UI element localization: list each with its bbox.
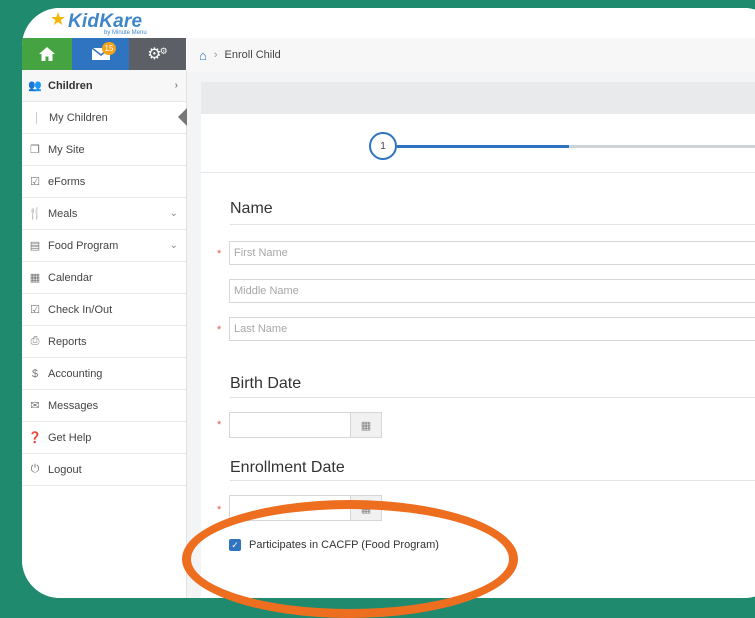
logo-tagline: by Minute Menu	[104, 30, 147, 36]
sidebar-item-label: My Site	[48, 143, 85, 156]
messages-icon: ✉	[30, 400, 40, 412]
settings-button[interactable]: ⚙ ⚙	[129, 38, 186, 70]
sidebar-item-reports[interactable]: ⎙ Reports	[22, 326, 186, 358]
calendar-icon: ▦	[29, 272, 41, 284]
sidebar-item-label: Check In/Out	[48, 303, 113, 316]
sidebar-item-calendar[interactable]: ▦ Calendar	[22, 262, 186, 294]
sidebar-item-get-help[interactable]: ❓ Get Help	[22, 422, 186, 454]
children-icon: 👥	[28, 80, 42, 92]
top-bar: ★ KidKare by Minute Menu	[22, 8, 755, 38]
section-rule	[230, 480, 755, 481]
sidebar-item-logout[interactable]: ⏻ Logout	[22, 454, 186, 486]
calendar-icon[interactable]: ▦	[350, 413, 381, 437]
sidebar-item-messages[interactable]: ✉ Messages	[22, 390, 186, 422]
required-marker: *	[217, 248, 222, 260]
checkin-icon: ☑	[30, 304, 40, 316]
home-icon[interactable]: ⌂	[199, 48, 207, 63]
sidebar-item-my-site[interactable]: ❐ My Site	[22, 134, 186, 166]
help-icon: ❓	[28, 432, 42, 444]
required-marker: *	[217, 504, 222, 516]
sidebar-item-label: My Children	[36, 111, 108, 124]
section-rule	[230, 397, 755, 398]
sidebar-item-check-in-out[interactable]: ☑ Check In/Out	[22, 294, 186, 326]
sidebar-item-my-children[interactable]: My Children	[22, 102, 187, 134]
nav-icon-bar: 15 ⚙ ⚙	[22, 38, 186, 70]
home-icon	[39, 47, 55, 61]
required-marker: *	[217, 419, 222, 431]
middle-name-input[interactable]: Middle Name	[229, 279, 755, 303]
messages-button[interactable]: 15	[72, 38, 129, 70]
sidebar-item-label: Calendar	[48, 271, 93, 284]
sidebar-item-food-program[interactable]: ▤ Food Program ⌄	[22, 230, 186, 262]
sidebar-item-label: Reports	[48, 335, 87, 348]
chevron-right-icon: ›	[174, 80, 178, 91]
sidebar-item-label: eForms	[48, 175, 86, 188]
sidebar-item-label: Messages	[48, 399, 99, 412]
sidebar-item-children[interactable]: 👥 Children ›	[22, 70, 186, 102]
chevron-down-icon: ⌄	[169, 240, 178, 251]
breadcrumb-separator: ›	[213, 49, 218, 61]
sidebar-item-label: Meals	[48, 207, 78, 220]
section-title-birth-date: Birth Date	[230, 375, 302, 392]
wizard-progress-active	[397, 145, 569, 148]
divider	[201, 172, 755, 173]
sidebar-item-label: Children	[48, 79, 93, 92]
dollar-icon: $	[31, 367, 39, 380]
highlight-annotation	[182, 500, 518, 618]
first-name-input[interactable]: First Name	[229, 241, 755, 265]
site-icon: ❐	[30, 144, 40, 156]
home-button[interactable]	[22, 38, 72, 70]
meals-icon: 🍴	[28, 208, 42, 220]
birth-date-input[interactable]: ▦	[229, 412, 382, 438]
reports-icon: ⎙	[30, 335, 40, 347]
power-icon: ⏻	[30, 463, 40, 475]
gear-small-icon: ⚙	[159, 45, 168, 56]
section-rule	[230, 224, 755, 225]
logo-star-icon: ★	[50, 9, 67, 29]
active-indicator	[178, 108, 187, 126]
required-marker: *	[217, 324, 222, 336]
sidebar-item-label: Get Help	[48, 431, 92, 444]
panel-header	[201, 82, 755, 114]
section-title-name: Name	[230, 200, 273, 217]
eforms-icon: ☑	[30, 176, 40, 188]
sidebar: 👥 Children › My Children ❐ My Site ☑ eFo…	[22, 70, 187, 598]
sidebar-item-label: Accounting	[48, 367, 103, 380]
sidebar-item-meals[interactable]: 🍴 Meals ⌄	[22, 198, 186, 230]
breadcrumb: ⌂ › Enroll Child	[187, 38, 755, 73]
food-program-icon: ▤	[29, 240, 41, 252]
last-name-input[interactable]: Last Name	[229, 317, 755, 341]
breadcrumb-current: Enroll Child	[224, 49, 281, 61]
chevron-down-icon: ⌄	[169, 208, 178, 219]
section-title-enrollment-date: Enrollment Date	[230, 459, 345, 476]
wizard-progress-track	[569, 145, 755, 148]
wizard-step-1[interactable]: 1	[369, 132, 397, 160]
sidebar-item-accounting[interactable]: $ Accounting	[22, 358, 186, 390]
sidebar-item-eforms[interactable]: ☑ eForms	[22, 166, 186, 198]
sidebar-item-label: Food Program	[48, 239, 119, 252]
unread-badge: 15	[102, 42, 116, 55]
sidebar-item-label: Logout	[48, 463, 82, 476]
